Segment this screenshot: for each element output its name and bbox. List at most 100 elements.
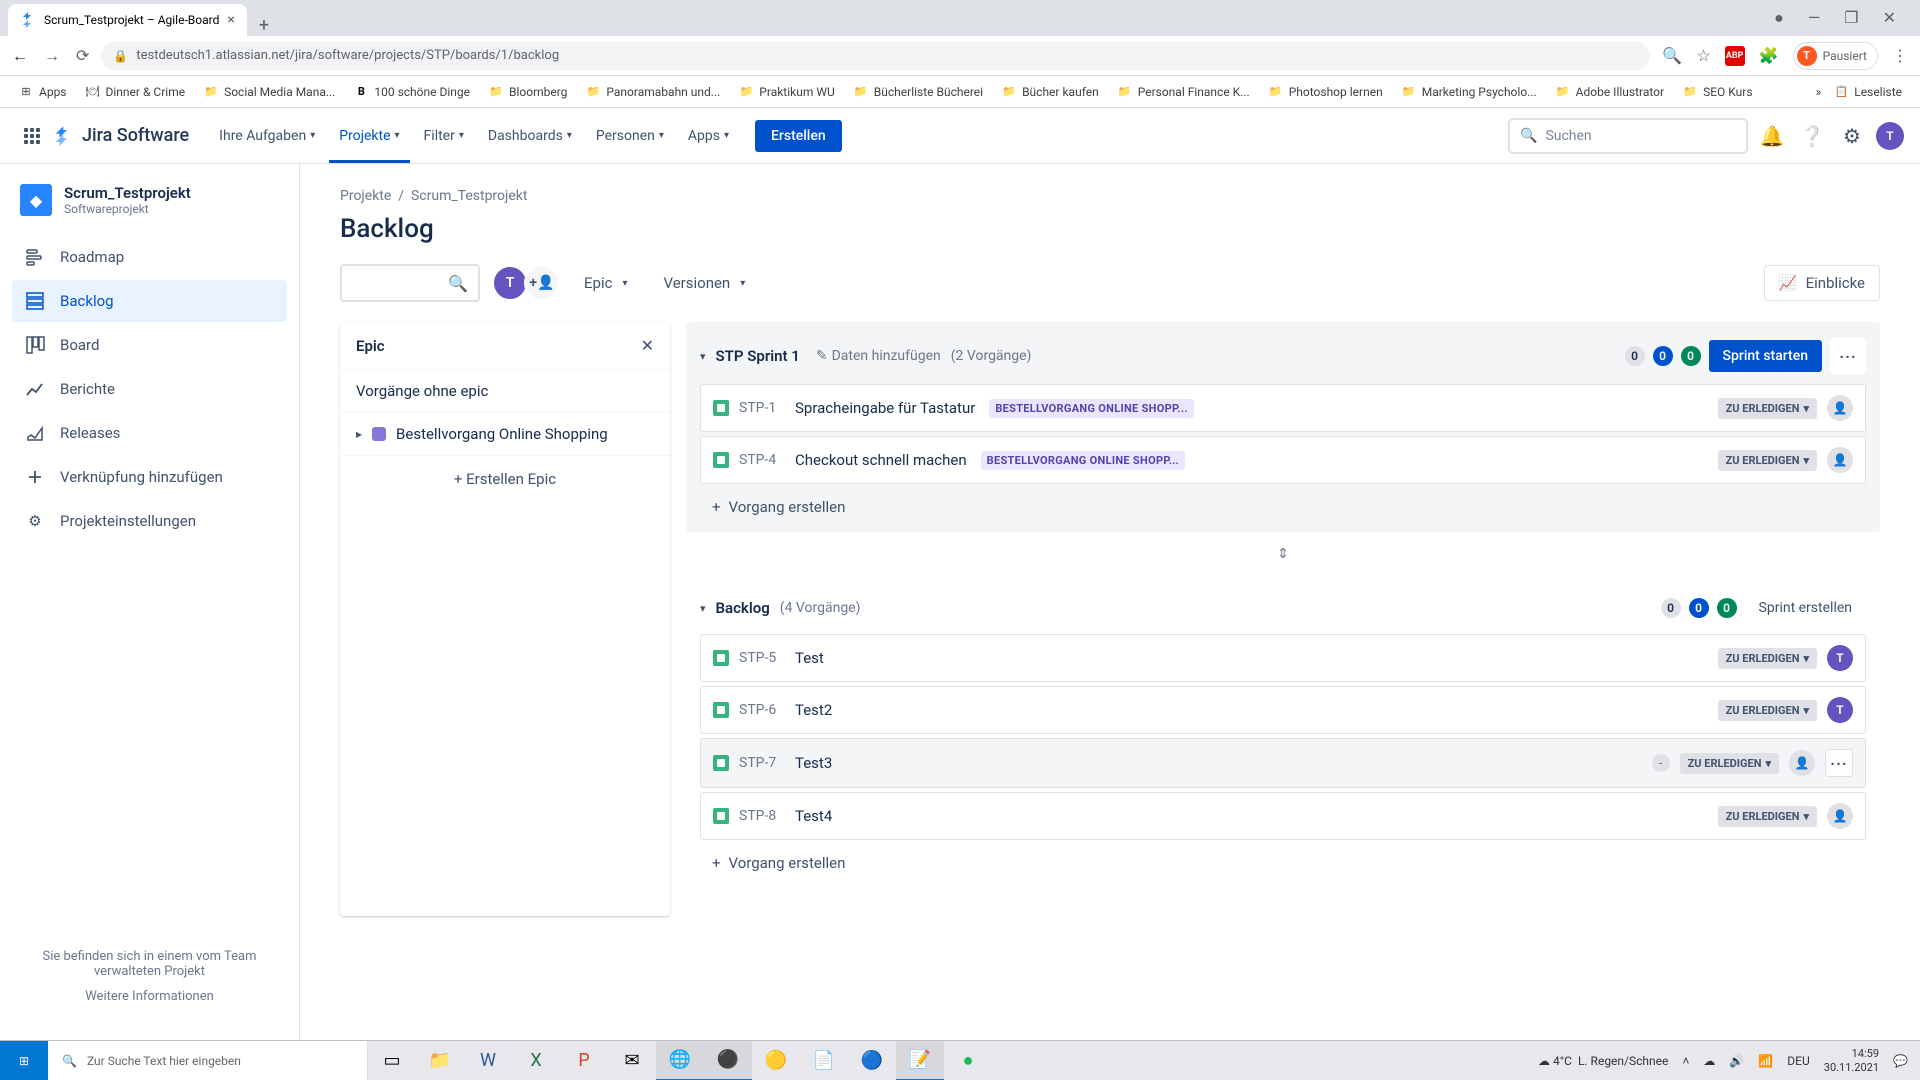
bookmark-item[interactable]: 📁Photoshop lernen bbox=[1262, 80, 1389, 104]
bookmark-item[interactable]: 📁Bloomberg bbox=[482, 80, 573, 104]
issue-more-button[interactable]: ··· bbox=[1825, 749, 1853, 777]
word-icon[interactable]: W bbox=[464, 1041, 512, 1080]
url-bar[interactable]: 🔒 testdeutsch1.atlassian.net/jira/softwa… bbox=[101, 42, 1650, 70]
nav-your-work[interactable]: Ihre Aufgaben▾ bbox=[209, 120, 325, 152]
status-dropdown[interactable]: ZU ERLEDIGEN ▾ bbox=[1680, 753, 1779, 774]
issue-row[interactable]: STP-5 Test ZU ERLEDIGEN ▾ T bbox=[700, 634, 1866, 682]
status-dropdown[interactable]: ZU ERLEDIGEN ▾ bbox=[1718, 700, 1817, 721]
collapse-icon[interactable]: ▾ bbox=[700, 350, 706, 363]
bookmark-item[interactable]: 🍽Dinner & Crime bbox=[79, 80, 192, 104]
assignee-avatar[interactable]: 👤 bbox=[1789, 750, 1815, 776]
edge-icon[interactable]: 🔵 bbox=[848, 1041, 896, 1080]
collapse-icon[interactable]: ▾ bbox=[700, 602, 706, 615]
close-window-icon[interactable]: ✕ bbox=[1883, 8, 1896, 28]
assignee-avatar[interactable]: 👤 bbox=[1827, 447, 1853, 473]
help-icon[interactable]: ❔ bbox=[1796, 120, 1828, 152]
browser-menu-icon[interactable]: ⋮ bbox=[1892, 46, 1908, 65]
sidebar-item-board[interactable]: Board bbox=[12, 324, 287, 366]
clock[interactable]: 14:59 30.11.2021 bbox=[1824, 1047, 1879, 1073]
bookmark-item[interactable]: 📁Adobe Illustrator bbox=[1549, 80, 1670, 104]
versions-filter[interactable]: Versionen▾ bbox=[651, 266, 757, 300]
start-button[interactable]: ⊞ bbox=[0, 1041, 48, 1080]
search-input[interactable]: 🔍 Suchen bbox=[1508, 118, 1748, 154]
status-dropdown[interactable]: ZU ERLEDIGEN ▾ bbox=[1718, 648, 1817, 669]
minimize-icon[interactable]: — bbox=[1808, 8, 1821, 28]
bookmark-item[interactable]: 📁Praktikum WU bbox=[732, 80, 840, 104]
adblock-icon[interactable]: ABP bbox=[1725, 46, 1745, 66]
nav-people[interactable]: Personen▾ bbox=[586, 120, 674, 152]
issue-row[interactable]: STP-7 Test3 - ZU ERLEDIGEN ▾ 👤 ··· bbox=[700, 738, 1866, 788]
create-issue-button[interactable]: +Vorgang erstellen bbox=[700, 844, 1866, 882]
epic-no-epic[interactable]: Vorgänge ohne epic bbox=[340, 369, 670, 412]
obs-icon[interactable]: ⚫ bbox=[704, 1041, 752, 1080]
epic-item[interactable]: ▸ Bestellvorgang Online Shopping bbox=[340, 412, 670, 455]
notifications-icon[interactable]: 🔔 bbox=[1756, 120, 1788, 152]
sidebar-item-backlog[interactable]: Backlog bbox=[12, 280, 287, 322]
status-dropdown[interactable]: ZU ERLEDIGEN ▾ bbox=[1718, 806, 1817, 827]
zoom-icon[interactable]: 🔍 bbox=[1662, 46, 1682, 65]
app-icon[interactable]: 📄 bbox=[800, 1041, 848, 1080]
bookmarks-overflow[interactable]: » bbox=[1816, 85, 1822, 99]
bookmark-item[interactable]: B100 schöne Dinge bbox=[347, 80, 476, 104]
reload-icon[interactable]: ⟳ bbox=[76, 46, 89, 66]
notifications-icon[interactable]: 💬 bbox=[1893, 1054, 1908, 1068]
nav-projects[interactable]: Projekte▾ bbox=[329, 120, 409, 163]
issue-row[interactable]: STP-8 Test4 ZU ERLEDIGEN ▾ 👤 bbox=[700, 792, 1866, 840]
bookmark-item[interactable]: 📁SEO Kurs bbox=[1676, 80, 1758, 104]
bookmark-item[interactable]: 📁Social Media Mana... bbox=[197, 80, 341, 104]
powerpoint-icon[interactable]: P bbox=[560, 1041, 608, 1080]
task-view-icon[interactable]: ▭ bbox=[368, 1041, 416, 1080]
sidebar-item-roadmap[interactable]: Roadmap bbox=[12, 236, 287, 278]
jira-logo[interactable]: Jira Software bbox=[52, 124, 189, 148]
chrome-icon[interactable]: 🌐 bbox=[656, 1041, 704, 1080]
assignee-avatar[interactable]: T bbox=[1827, 645, 1853, 671]
nav-filters[interactable]: Filter▾ bbox=[414, 120, 474, 152]
start-sprint-button[interactable]: Sprint starten bbox=[1709, 340, 1822, 372]
create-button[interactable]: Erstellen bbox=[755, 120, 842, 152]
epic-filter[interactable]: Epic▾ bbox=[572, 266, 639, 300]
bookmark-star-icon[interactable]: ☆ bbox=[1696, 46, 1710, 65]
bookmark-apps[interactable]: ⊞Apps bbox=[12, 80, 73, 104]
issue-row[interactable]: STP-6 Test2 ZU ERLEDIGEN ▾ T bbox=[700, 686, 1866, 734]
reading-list[interactable]: 📋Leseliste bbox=[1827, 80, 1908, 104]
breadcrumb-project[interactable]: Scrum_Testprojekt bbox=[411, 188, 528, 204]
sidebar-item-add-link[interactable]: Verknüpfung hinzufügen bbox=[12, 456, 287, 498]
sidebar-footer-link[interactable]: Weitere Informationen bbox=[28, 989, 271, 1004]
forward-icon[interactable]: → bbox=[44, 46, 60, 66]
sidebar-item-reports[interactable]: Berichte bbox=[12, 368, 287, 410]
app-icon[interactable]: 🟡 bbox=[752, 1041, 800, 1080]
assignee-avatar[interactable]: 👤 bbox=[1827, 803, 1853, 829]
nav-dashboards[interactable]: Dashboards▾ bbox=[478, 120, 582, 152]
bookmark-item[interactable]: 📁Bücherliste Bücherei bbox=[847, 80, 989, 104]
volume-icon[interactable]: 🔊 bbox=[1729, 1054, 1744, 1068]
browser-tab[interactable]: Scrum_Testprojekt – Agile-Board × bbox=[8, 4, 247, 36]
breadcrumb-projects[interactable]: Projekte bbox=[340, 188, 391, 204]
epic-panel-close-icon[interactable]: ✕ bbox=[641, 336, 654, 355]
language-indicator[interactable]: DEU bbox=[1787, 1054, 1809, 1068]
mail-icon[interactable]: ✉ bbox=[608, 1041, 656, 1080]
add-people-button[interactable]: +👤 bbox=[524, 265, 560, 301]
app-switcher-icon[interactable] bbox=[16, 120, 48, 152]
tray-expand-icon[interactable]: ˄ bbox=[1682, 1054, 1689, 1068]
onedrive-icon[interactable]: ☁ bbox=[1703, 1054, 1715, 1068]
bookmark-item[interactable]: 📁Personal Finance K... bbox=[1111, 80, 1256, 104]
assignee-avatar[interactable]: 👤 bbox=[1827, 395, 1853, 421]
chevron-right-icon[interactable]: ▸ bbox=[356, 427, 362, 441]
project-header[interactable]: ◆ Scrum_Testprojekt Softwareprojekt bbox=[12, 184, 287, 236]
status-dropdown[interactable]: ZU ERLEDIGEN ▾ bbox=[1718, 450, 1817, 471]
account-dot-icon[interactable]: ● bbox=[1774, 8, 1784, 28]
windows-search[interactable]: 🔍 Zur Suche Text hier eingeben bbox=[48, 1041, 368, 1080]
create-sprint-button[interactable]: Sprint erstellen bbox=[1745, 592, 1866, 624]
spotify-icon[interactable]: ● bbox=[944, 1041, 992, 1080]
back-icon[interactable]: ← bbox=[12, 46, 28, 66]
new-tab-button[interactable]: + bbox=[247, 15, 281, 36]
bookmark-item[interactable]: 📁Panoramabahn und... bbox=[579, 80, 726, 104]
sidebar-item-releases[interactable]: Releases bbox=[12, 412, 287, 454]
create-issue-button[interactable]: +Vorgang erstellen bbox=[700, 488, 1866, 526]
add-dates-link[interactable]: ✎Daten hinzufügen bbox=[816, 348, 941, 364]
insights-button[interactable]: 📈Einblicke bbox=[1764, 265, 1880, 301]
maximize-icon[interactable]: ❐ bbox=[1844, 8, 1858, 28]
profile-avatar[interactable]: T bbox=[1876, 122, 1904, 150]
create-epic-button[interactable]: + Erstellen Epic bbox=[340, 455, 670, 502]
notepad-icon[interactable]: 📝 bbox=[896, 1041, 944, 1080]
